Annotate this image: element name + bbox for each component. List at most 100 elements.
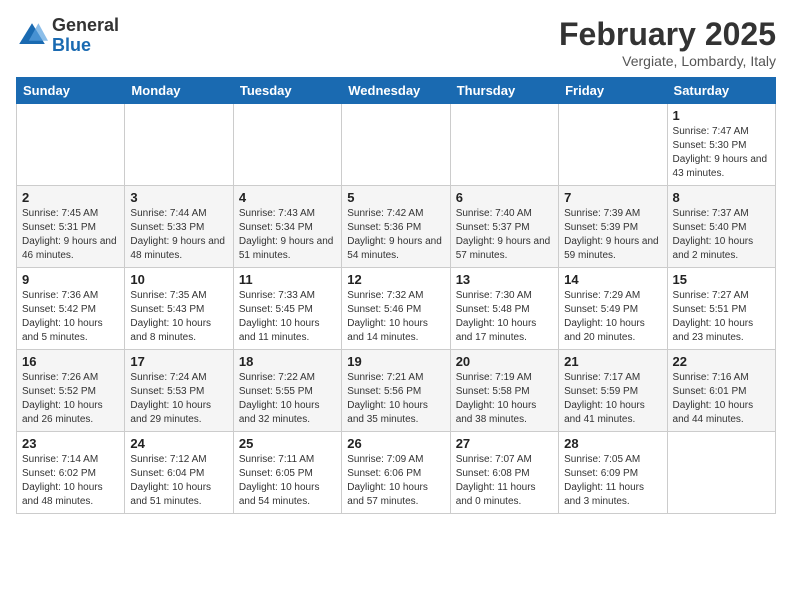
title-location: Vergiate, Lombardy, Italy [559,53,776,69]
day-info: Sunrise: 7:24 AM Sunset: 5:53 PM Dayligh… [130,371,227,427]
day-info: Sunrise: 7:42 AM Sunset: 5:36 PM Dayligh… [347,207,444,263]
logo-general-text: General [52,16,119,36]
day-info: Sunrise: 7:12 AM Sunset: 6:04 PM Dayligh… [130,453,227,509]
calendar-day-23: 23 Sunrise: 7:14 AM Sunset: 6:02 PM Dayli… [17,432,125,514]
page: General Blue February 2025 Vergiate, Lom… [16,16,776,514]
day-number: 20 [456,354,553,369]
calendar-day-20: 20 Sunrise: 7:19 AM Sunset: 5:58 PM Dayli… [450,350,558,432]
calendar-day-16: 16 Sunrise: 7:26 AM Sunset: 5:52 PM Dayli… [17,350,125,432]
day-number: 6 [456,190,553,205]
day-info: Sunrise: 7:33 AM Sunset: 5:45 PM Dayligh… [239,289,336,345]
calendar-day-9: 9Sunrise: 7:36 AM Sunset: 5:42 PM Daylig… [17,268,125,350]
calendar-week-0: 1 Sunrise: 7:47 AM Sunset: 5:30 PM Daylig… [17,104,776,186]
empty-cell [450,104,558,186]
calendar: SundayMondayTuesdayWednesdayThursdayFrid… [16,77,776,514]
calendar-day-1: 1 Sunrise: 7:47 AM Sunset: 5:30 PM Daylig… [667,104,775,186]
logo-icon [16,20,48,52]
day-number: 13 [456,272,553,287]
day-number: 26 [347,436,444,451]
calendar-day-10: 10 Sunrise: 7:35 AM Sunset: 5:43 PM Dayli… [125,268,233,350]
day-info: Sunrise: 7:16 AM Sunset: 6:01 PM Dayligh… [673,371,770,427]
day-number: 16 [22,354,119,369]
logo-blue-text: Blue [52,36,119,56]
weekday-header-wednesday: Wednesday [342,78,450,104]
weekday-header-sunday: Sunday [17,78,125,104]
weekday-header-monday: Monday [125,78,233,104]
weekday-header-friday: Friday [559,78,667,104]
day-number: 5 [347,190,444,205]
day-number: 22 [673,354,770,369]
day-number: 4 [239,190,336,205]
weekday-header-thursday: Thursday [450,78,558,104]
weekday-header-row: SundayMondayTuesdayWednesdayThursdayFrid… [17,78,776,104]
day-info: Sunrise: 7:27 AM Sunset: 5:51 PM Dayligh… [673,289,770,345]
day-info: Sunrise: 7:07 AM Sunset: 6:08 PM Dayligh… [456,453,553,509]
calendar-day-7: 7Sunrise: 7:39 AM Sunset: 5:39 PM Daylig… [559,186,667,268]
logo-text: General Blue [52,16,119,56]
day-number: 18 [239,354,336,369]
weekday-header-saturday: Saturday [667,78,775,104]
day-info: Sunrise: 7:26 AM Sunset: 5:52 PM Dayligh… [22,371,119,427]
calendar-day-19: 19 Sunrise: 7:21 AM Sunset: 5:56 PM Dayli… [342,350,450,432]
calendar-day-3: 3 Sunrise: 7:44 AM Sunset: 5:33 PM Daylig… [125,186,233,268]
calendar-day-4: 4Sunrise: 7:43 AM Sunset: 5:34 PM Daylig… [233,186,341,268]
calendar-day-2: 2 Sunrise: 7:45 AM Sunset: 5:31 PM Daylig… [17,186,125,268]
day-number: 28 [564,436,661,451]
empty-cell [559,104,667,186]
day-number: 23 [22,436,119,451]
day-number: 21 [564,354,661,369]
calendar-week-1: 2 Sunrise: 7:45 AM Sunset: 5:31 PM Daylig… [17,186,776,268]
day-number: 14 [564,272,661,287]
day-info: Sunrise: 7:05 AM Sunset: 6:09 PM Dayligh… [564,453,661,509]
day-info: Sunrise: 7:29 AM Sunset: 5:49 PM Dayligh… [564,289,661,345]
day-number: 19 [347,354,444,369]
empty-cell [342,104,450,186]
calendar-week-3: 16 Sunrise: 7:26 AM Sunset: 5:52 PM Dayli… [17,350,776,432]
calendar-day-14: 14 Sunrise: 7:29 AM Sunset: 5:49 PM Dayli… [559,268,667,350]
empty-cell [125,104,233,186]
day-info: Sunrise: 7:32 AM Sunset: 5:46 PM Dayligh… [347,289,444,345]
day-info: Sunrise: 7:14 AM Sunset: 6:02 PM Dayligh… [22,453,119,509]
day-info: Sunrise: 7:30 AM Sunset: 5:48 PM Dayligh… [456,289,553,345]
calendar-day-12: 12 Sunrise: 7:32 AM Sunset: 5:46 PM Dayli… [342,268,450,350]
day-info: Sunrise: 7:11 AM Sunset: 6:05 PM Dayligh… [239,453,336,509]
day-info: Sunrise: 7:39 AM Sunset: 5:39 PM Dayligh… [564,207,661,263]
calendar-day-13: 13 Sunrise: 7:30 AM Sunset: 5:48 PM Dayli… [450,268,558,350]
day-number: 1 [673,108,770,123]
calendar-day-24: 24Sunrise: 7:12 AM Sunset: 6:04 PM Dayli… [125,432,233,514]
calendar-day-27: 27 Sunrise: 7:07 AM Sunset: 6:08 PM Dayli… [450,432,558,514]
calendar-day-21: 21 Sunrise: 7:17 AM Sunset: 5:59 PM Dayli… [559,350,667,432]
day-number: 17 [130,354,227,369]
calendar-day-15: 15Sunrise: 7:27 AM Sunset: 5:51 PM Dayli… [667,268,775,350]
calendar-week-2: 9Sunrise: 7:36 AM Sunset: 5:42 PM Daylig… [17,268,776,350]
day-number: 10 [130,272,227,287]
calendar-day-8: 8 Sunrise: 7:37 AM Sunset: 5:40 PM Daylig… [667,186,775,268]
calendar-day-17: 17 Sunrise: 7:24 AM Sunset: 5:53 PM Dayli… [125,350,233,432]
logo: General Blue [16,16,119,56]
day-info: Sunrise: 7:21 AM Sunset: 5:56 PM Dayligh… [347,371,444,427]
day-number: 2 [22,190,119,205]
calendar-day-28: 28 Sunrise: 7:05 AM Sunset: 6:09 PM Dayli… [559,432,667,514]
day-number: 27 [456,436,553,451]
day-number: 11 [239,272,336,287]
weekday-header-tuesday: Tuesday [233,78,341,104]
day-number: 9 [22,272,119,287]
day-info: Sunrise: 7:40 AM Sunset: 5:37 PM Dayligh… [456,207,553,263]
day-info: Sunrise: 7:37 AM Sunset: 5:40 PM Dayligh… [673,207,770,263]
day-info: Sunrise: 7:44 AM Sunset: 5:33 PM Dayligh… [130,207,227,263]
calendar-week-4: 23 Sunrise: 7:14 AM Sunset: 6:02 PM Dayli… [17,432,776,514]
day-info: Sunrise: 7:35 AM Sunset: 5:43 PM Dayligh… [130,289,227,345]
day-number: 3 [130,190,227,205]
day-number: 8 [673,190,770,205]
day-info: Sunrise: 7:19 AM Sunset: 5:58 PM Dayligh… [456,371,553,427]
day-number: 12 [347,272,444,287]
calendar-day-6: 6 Sunrise: 7:40 AM Sunset: 5:37 PM Daylig… [450,186,558,268]
day-number: 25 [239,436,336,451]
day-info: Sunrise: 7:17 AM Sunset: 5:59 PM Dayligh… [564,371,661,427]
empty-cell [17,104,125,186]
calendar-day-11: 11 Sunrise: 7:33 AM Sunset: 5:45 PM Dayli… [233,268,341,350]
day-info: Sunrise: 7:47 AM Sunset: 5:30 PM Dayligh… [673,125,770,181]
calendar-day-5: 5 Sunrise: 7:42 AM Sunset: 5:36 PM Daylig… [342,186,450,268]
day-info: Sunrise: 7:45 AM Sunset: 5:31 PM Dayligh… [22,207,119,263]
empty-cell [233,104,341,186]
